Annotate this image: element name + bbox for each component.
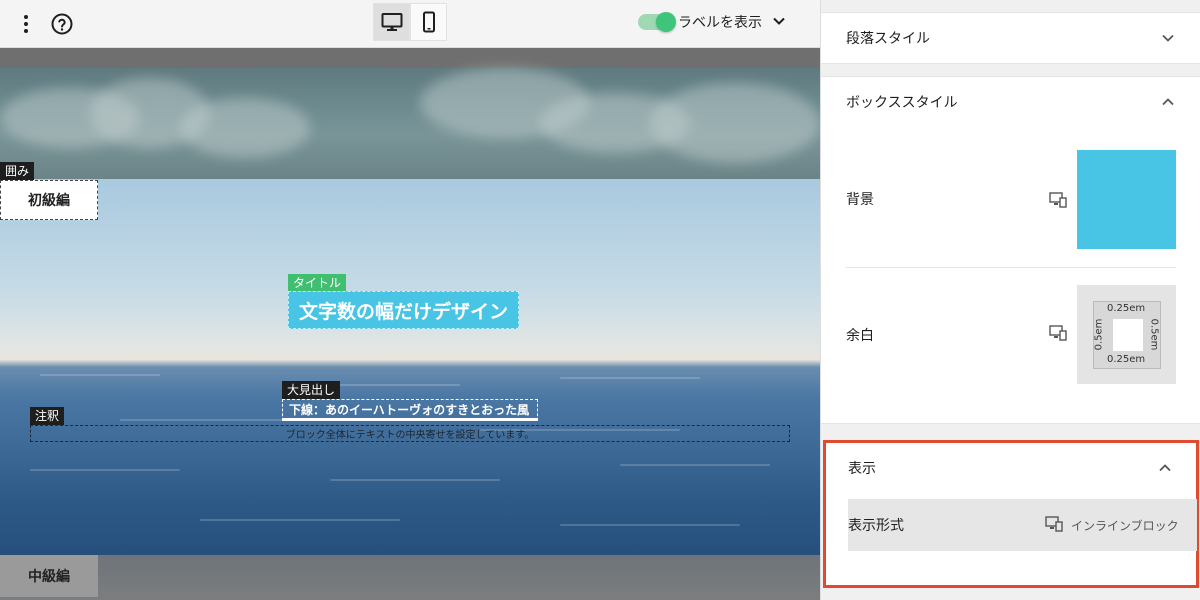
padding-left-value[interactable]: 0.5em	[1093, 319, 1104, 351]
spacing-label: 余白	[846, 328, 874, 344]
box-block-label: 囲み	[0, 162, 35, 180]
heading-block-label: 大見出し	[282, 381, 341, 399]
intermediate-box-block[interactable]: 中級編	[0, 555, 98, 597]
display-format-label: 表示形式	[848, 518, 904, 534]
spacing-content-area	[1113, 319, 1143, 351]
box-style-section: ボックススタイル 背景 余白 0.25em 0.25em 0.5em 0.5em	[821, 76, 1200, 424]
help-circle-icon[interactable]	[50, 12, 74, 36]
box-style-header[interactable]: ボックススタイル	[821, 77, 1200, 127]
paragraph-style-title: 段落スタイル	[846, 31, 930, 47]
next-block-strip	[0, 555, 820, 600]
note-block[interactable]: ブロック全体にテキストの中央寄せを設定しています。	[30, 425, 790, 442]
editor-toolbar: ラベルを表示	[0, 0, 820, 48]
show-labels-toggle[interactable]: ラベルを表示	[638, 11, 786, 33]
display-header[interactable]: 表示	[826, 443, 1196, 493]
title-block-label: タイトル	[288, 274, 347, 292]
mobile-icon	[422, 11, 435, 33]
display-format-row[interactable]: 表示形式 インラインブロック	[848, 499, 1197, 551]
more-vertical-icon[interactable]	[14, 12, 38, 36]
editor-canvas: ラベルを表示 囲み 初級編 タイトル 文字数の幅だけデザイン 大見出し 下線：あ…	[0, 0, 820, 600]
divider	[846, 267, 1176, 268]
beginner-box-block[interactable]: 初級編	[0, 180, 98, 220]
chevron-up-icon[interactable]	[1158, 461, 1172, 475]
device-preview-switcher	[373, 3, 447, 41]
desktop-preview-button[interactable]	[373, 3, 410, 41]
sea-background-block[interactable]	[0, 179, 820, 555]
display-format-value[interactable]: インラインブロック	[1071, 517, 1179, 534]
title-block[interactable]: 文字数の幅だけデザイン	[288, 291, 520, 329]
box-style-title: ボックススタイル	[846, 95, 958, 111]
responsive-device-icon[interactable]	[1045, 516, 1063, 536]
toggle-switch[interactable]	[638, 12, 676, 32]
heading-block[interactable]: 下線：あのイーハトーヴォのすきとおった風	[282, 399, 538, 421]
chevron-down-icon[interactable]	[772, 13, 786, 32]
padding-top-value[interactable]: 0.25em	[1107, 303, 1145, 314]
desktop-icon	[381, 13, 402, 31]
paragraph-style-header[interactable]: 段落スタイル	[821, 13, 1200, 63]
display-title: 表示	[848, 461, 876, 477]
background-color-swatch[interactable]	[1077, 150, 1176, 249]
background-label: 背景	[846, 192, 874, 208]
display-section: 表示 表示形式 インラインブロック	[823, 440, 1199, 588]
cloud-image-band	[0, 68, 820, 179]
responsive-device-icon[interactable]	[1049, 325, 1067, 345]
spacing-padding-area[interactable]: 0.25em 0.25em 0.5em 0.5em	[1093, 301, 1161, 369]
padding-bottom-value[interactable]: 0.25em	[1107, 354, 1145, 365]
chevron-up-icon[interactable]	[1161, 95, 1175, 109]
app-root: ラベルを表示 囲み 初級編 タイトル 文字数の幅だけデザイン 大見出し 下線：あ…	[0, 0, 1200, 600]
chevron-down-icon[interactable]	[1161, 31, 1175, 45]
padding-right-value[interactable]: 0.5em	[1148, 319, 1159, 351]
paragraph-style-section: 段落スタイル	[821, 12, 1200, 64]
show-labels-text: ラベルを表示	[678, 15, 762, 31]
spacing-control[interactable]: 0.25em 0.25em 0.5em 0.5em	[1077, 285, 1176, 384]
responsive-device-icon[interactable]	[1049, 192, 1067, 212]
previous-block-strip	[0, 48, 820, 68]
mobile-preview-button[interactable]	[410, 3, 447, 41]
note-block-label: 注釈	[30, 407, 65, 425]
style-settings-panel: 段落スタイル ボックススタイル 背景 余白 0.25em 0.25em 0.5e…	[820, 0, 1200, 600]
